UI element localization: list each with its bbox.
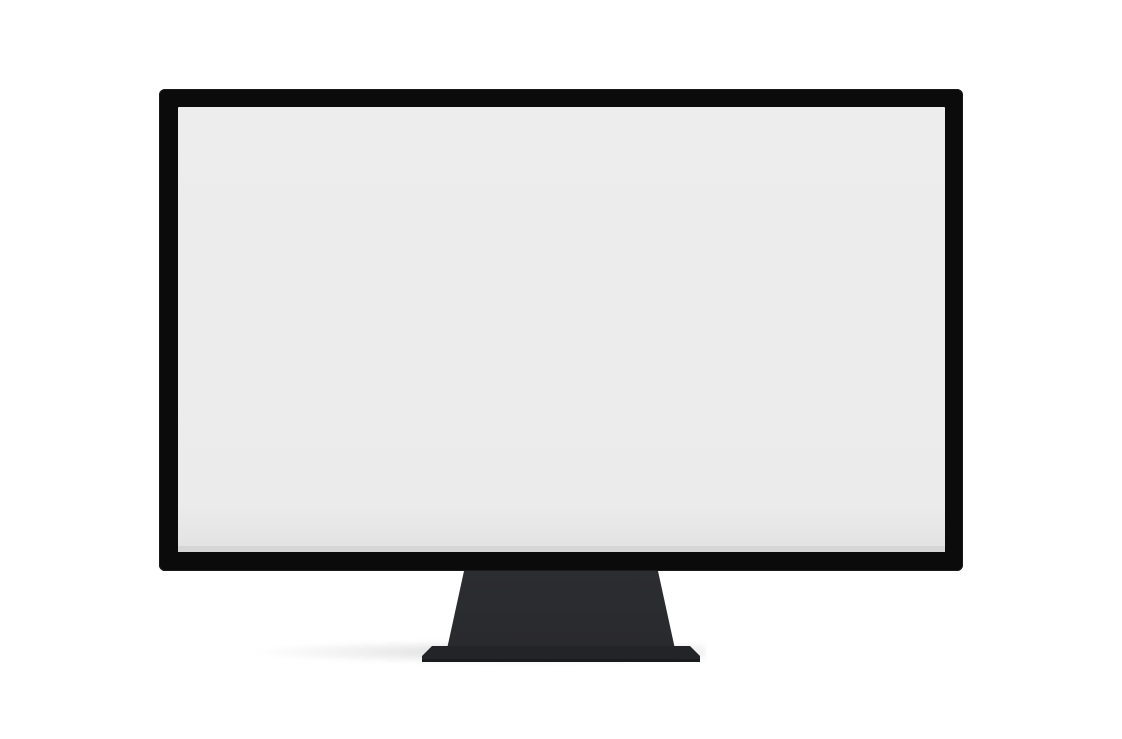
- monitor-stand-base: [422, 646, 700, 662]
- monitor-screen: [178, 107, 945, 552]
- canvas: [0, 0, 1122, 739]
- monitor-stand-neck: [447, 571, 675, 649]
